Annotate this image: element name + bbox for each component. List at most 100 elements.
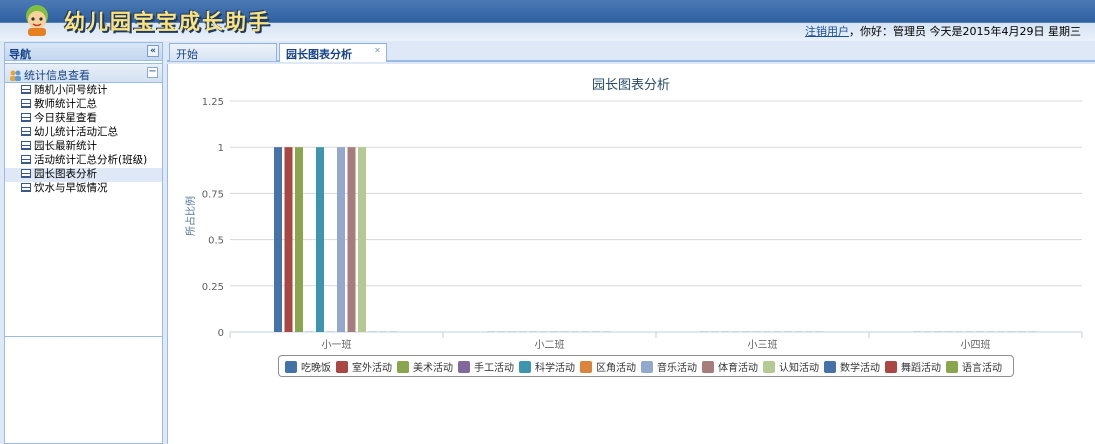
logout-link[interactable]: 注销用户 xyxy=(805,25,849,38)
legend-item[interactable]: 科学活动 xyxy=(519,359,575,374)
bar[interactable] xyxy=(592,331,600,332)
bar[interactable] xyxy=(284,147,293,332)
nav-header: 导航 « xyxy=(5,43,162,61)
bar[interactable] xyxy=(752,331,761,332)
legend-item[interactable]: 吃晚饭 xyxy=(285,359,331,374)
legend-item[interactable]: 语言活动 xyxy=(946,359,1002,374)
nav-item-water-breakfast[interactable]: 饮水与早饭情况 xyxy=(5,182,162,196)
list-icon xyxy=(21,99,31,108)
bar[interactable] xyxy=(944,331,953,332)
tab-label: 园长图表分析 xyxy=(286,48,352,61)
bar[interactable] xyxy=(529,331,537,332)
legend-swatch xyxy=(397,361,409,373)
bar[interactable] xyxy=(913,331,921,332)
bar[interactable] xyxy=(389,331,398,332)
legend-label: 认知活动 xyxy=(779,363,819,374)
list-icon xyxy=(21,155,31,164)
legend-item[interactable]: 室外活动 xyxy=(336,359,392,374)
legend-item[interactable]: 手工活动 xyxy=(458,359,514,374)
legend-item[interactable]: 音乐活动 xyxy=(641,359,697,374)
bar[interactable] xyxy=(1018,331,1026,332)
double-chevron-left-icon[interactable]: « xyxy=(147,45,159,57)
bar[interactable] xyxy=(997,331,1005,332)
nav-item-today-stars[interactable]: 今日获星查看 xyxy=(5,112,162,126)
bar[interactable] xyxy=(1028,331,1037,332)
user-bar: 注销用户，你好：管理员 今天是2015年4月29日 星期三 xyxy=(805,23,1081,39)
legend-swatch xyxy=(580,361,592,373)
legend-label: 室外活动 xyxy=(352,363,392,374)
bar[interactable] xyxy=(368,331,377,332)
nav-divider xyxy=(5,336,162,337)
bar[interactable] xyxy=(508,331,516,332)
tab-director-chart[interactable]: 园长图表分析 ✕ xyxy=(279,43,387,62)
bar[interactable] xyxy=(274,147,282,332)
bar[interactable] xyxy=(347,147,356,332)
bar[interactable] xyxy=(794,331,803,332)
legend-swatch xyxy=(458,361,470,373)
bar[interactable] xyxy=(581,331,590,332)
nav-item-class-activity-analysis[interactable]: 活动统计汇总分析(班级) xyxy=(5,154,162,168)
bar[interactable] xyxy=(487,331,495,332)
legend-item[interactable]: 认知活动 xyxy=(763,359,819,374)
bar[interactable] xyxy=(379,331,387,332)
bar[interactable] xyxy=(805,331,813,332)
bar[interactable] xyxy=(976,331,984,332)
collapse-minus-icon[interactable]: − xyxy=(147,67,158,78)
bar[interactable] xyxy=(316,147,324,332)
users-group-icon xyxy=(10,70,21,81)
bar[interactable] xyxy=(763,331,771,332)
legend-item[interactable]: 美术活动 xyxy=(397,359,453,374)
nav-item-teacher-summary[interactable]: 教师统计汇总 xyxy=(5,98,162,112)
bar[interactable] xyxy=(965,331,974,332)
content-area: 园长图表分析 所占比例 0 0.25 0.5 0.75 1 1.25 小一班 小二班 小三班 小… xyxy=(167,64,1095,444)
bar[interactable] xyxy=(710,331,719,332)
bar[interactable] xyxy=(497,331,506,332)
bar[interactable] xyxy=(518,331,527,332)
bar[interactable] xyxy=(539,331,548,332)
tab-start[interactable]: 开始 xyxy=(169,43,277,61)
bar[interactable] xyxy=(305,331,314,332)
legend-item[interactable]: 舞蹈活动 xyxy=(885,359,941,374)
bar[interactable] xyxy=(955,331,963,332)
legend-swatch xyxy=(285,361,297,373)
close-icon[interactable]: ✕ xyxy=(373,47,382,56)
bar[interactable] xyxy=(923,331,932,332)
bar[interactable] xyxy=(742,331,750,332)
list-icon xyxy=(21,183,31,192)
bar[interactable] xyxy=(784,331,792,332)
nav-item-child-activity[interactable]: 幼儿统计活动汇总 xyxy=(5,126,162,140)
nav-item-label: 园长最新统计 xyxy=(34,140,97,152)
x-tick-label: 小二班 xyxy=(535,339,565,351)
bar[interactable] xyxy=(1007,331,1016,332)
y-tick-label: 0.25 xyxy=(202,282,224,293)
bar[interactable] xyxy=(731,331,740,332)
legend-item[interactable]: 数学活动 xyxy=(824,359,880,374)
bar[interactable] xyxy=(773,331,782,332)
legend-item[interactable]: 体育活动 xyxy=(702,359,758,374)
bar[interactable] xyxy=(721,331,729,332)
bar[interactable] xyxy=(560,331,569,332)
nav-item-director-chart[interactable]: 园长图表分析 xyxy=(5,168,162,182)
nav-item-label: 教师统计汇总 xyxy=(34,98,97,110)
bar[interactable] xyxy=(934,331,942,332)
legend-label: 体育活动 xyxy=(718,363,758,374)
nav-item-director-latest[interactable]: 园长最新统计 xyxy=(5,140,162,154)
bar[interactable] xyxy=(295,147,303,332)
nav-group-stats[interactable]: 统计信息查看 − xyxy=(5,63,162,83)
bar[interactable] xyxy=(550,331,558,332)
bar[interactable] xyxy=(571,331,579,332)
bar[interactable] xyxy=(602,331,611,332)
nav-group-title: 统计信息查看 xyxy=(24,69,90,82)
bar[interactable] xyxy=(700,331,708,332)
legend-swatch xyxy=(336,361,348,373)
legend-swatch xyxy=(641,361,653,373)
list-icon xyxy=(21,85,31,94)
bar[interactable] xyxy=(337,147,345,332)
bar[interactable] xyxy=(815,331,824,332)
nav-item-random-question[interactable]: 随机小问号统计 xyxy=(5,84,162,98)
bar[interactable] xyxy=(358,147,366,332)
bar[interactable] xyxy=(326,331,335,332)
legend-item[interactable]: 区角活动 xyxy=(580,359,636,374)
bar[interactable] xyxy=(986,331,995,332)
bar-chart: 园长图表分析 所占比例 0 0.25 0.5 0.75 1 1.25 小一班 小二班 小三班 小… xyxy=(184,78,1083,351)
